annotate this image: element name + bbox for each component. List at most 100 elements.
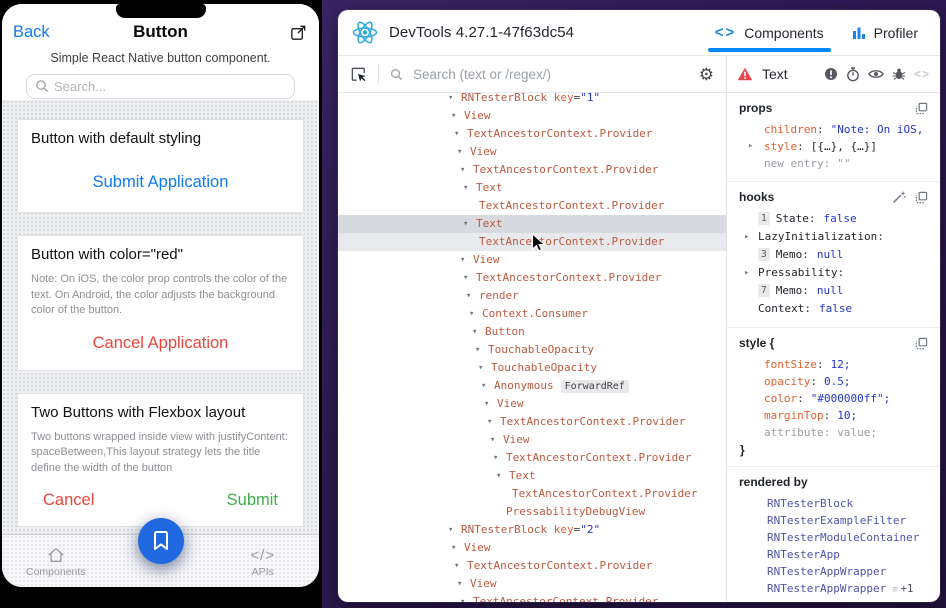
tree-row[interactable]: ▾Button <box>338 323 726 341</box>
expand-arrow-icon[interactable]: ▾ <box>460 593 473 602</box>
expand-arrow-icon[interactable]: ▾ <box>475 341 488 359</box>
copy-icon[interactable] <box>915 102 928 115</box>
tree-row[interactable]: ▾RNTesterBlock key="1" <box>338 93 726 107</box>
expand-arrow-icon[interactable]: ▾ <box>469 305 482 323</box>
expand-arrow-icon[interactable]: ▾ <box>496 467 509 485</box>
tree-row[interactable]: PressabilityDebugView <box>338 503 726 521</box>
inspector-row[interactable]: new entry:"" <box>739 155 928 172</box>
tree-row[interactable]: ▾View <box>338 107 726 125</box>
suspense-timer-icon[interactable] <box>846 67 860 82</box>
expand-arrow-icon[interactable]: ▾ <box>466 287 479 305</box>
expand-arrow-icon[interactable]: ▾ <box>460 251 473 269</box>
owner-item[interactable]: RNTesterExampleFilter <box>739 512 928 529</box>
tree-row[interactable]: TextAncestorContext.Provider <box>338 485 726 503</box>
copy-icon[interactable] <box>915 191 928 204</box>
owner-item[interactable]: RNTesterModuleContainer <box>739 529 928 546</box>
tree-row[interactable]: ▾TextAncestorContext.Provider <box>338 125 726 143</box>
expand-arrow-icon[interactable]: ▾ <box>472 323 485 341</box>
expand-arrow-icon[interactable]: ▾ <box>463 269 476 287</box>
tree-row[interactable]: ▾render <box>338 287 726 305</box>
hook-row[interactable]: ▸LazyInitialization: <box>739 228 928 246</box>
tab-apis[interactable]: </> APIs <box>250 547 275 578</box>
inspector-row[interactable]: fontSize:12; <box>739 356 928 373</box>
inspect-dom-eye-icon[interactable] <box>868 68 884 80</box>
tree-row[interactable]: ▾TextAncestorContext.Provider <box>338 269 726 287</box>
log-bug-icon[interactable] <box>892 67 906 81</box>
error-icon[interactable] <box>824 67 838 81</box>
expand-arrow-icon[interactable]: ▾ <box>460 161 473 179</box>
tree-row[interactable]: ▾View <box>338 143 726 161</box>
tree-row[interactable]: ▾TouchableOpacity <box>338 359 726 377</box>
tree-row[interactable]: ▾TextAncestorContext.Provider <box>338 413 726 431</box>
expand-arrow-icon[interactable]: ▾ <box>451 539 464 557</box>
tree-row[interactable]: ▾View <box>338 251 726 269</box>
tree-row[interactable]: ▾View <box>338 431 726 449</box>
tree-row[interactable]: ▾RNTesterBlock key="2" <box>338 521 726 539</box>
tree-row[interactable]: ▾TextAncestorContext.Provider <box>338 161 726 179</box>
inspect-element-icon[interactable] <box>350 66 367 83</box>
owner-item[interactable]: render() <box>739 599 928 602</box>
expand-arrow-icon[interactable]: ▾ <box>454 125 467 143</box>
expand-arrow-icon[interactable]: ▾ <box>490 431 503 449</box>
expand-arrow-icon[interactable]: ▾ <box>457 575 470 593</box>
tree-row[interactable]: ▾TouchableOpacity <box>338 341 726 359</box>
tree-row[interactable]: ▾View <box>338 575 726 593</box>
parse-hook-names-wand-icon[interactable] <box>892 190 906 204</box>
expand-arrow-icon[interactable]: ▾ <box>493 449 506 467</box>
tree-row[interactable]: ▾AnonymousForwardRef <box>338 377 726 395</box>
expand-arrow-icon[interactable]: ▾ <box>481 377 494 395</box>
inspector-row[interactable]: children:"Note: On iOS, the <box>739 121 928 138</box>
tree-row[interactable]: ▾View <box>338 395 726 413</box>
owner-item[interactable]: RNTesterApp <box>739 546 928 563</box>
app-button[interactable]: Cancel <box>43 491 94 510</box>
expand-arrow-icon[interactable]: ▾ <box>463 215 476 233</box>
expand-arrow-icon[interactable]: ▸ <box>744 264 749 282</box>
inspector-row[interactable]: attribute:value; <box>739 424 928 441</box>
tab-devtools-components[interactable]: <> Components <box>715 10 824 55</box>
devtools-search-input[interactable] <box>411 66 691 83</box>
copy-icon[interactable] <box>915 337 928 350</box>
tree-row[interactable]: ▾Context.Consumer <box>338 305 726 323</box>
inspector-row[interactable]: opacity:0.5; <box>739 373 928 390</box>
app-button[interactable]: Submit Application <box>93 173 229 192</box>
tree-row[interactable]: ▾Text <box>338 467 726 485</box>
hook-row[interactable]: 3Memo:null <box>739 246 928 264</box>
tree-row[interactable]: ▾View <box>338 539 726 557</box>
expand-arrow-icon[interactable]: ▸ <box>748 138 753 155</box>
tree-row[interactable]: TextAncestorContext.Provider <box>338 197 726 215</box>
expand-arrow-icon[interactable]: ▾ <box>454 557 467 575</box>
view-source-icon[interactable]: <> <box>914 67 930 81</box>
expand-arrow-icon[interactable]: ▾ <box>448 521 461 539</box>
open-external-icon[interactable] <box>289 23 308 42</box>
expand-arrow-icon[interactable]: ▾ <box>463 179 476 197</box>
app-button[interactable]: Submit <box>227 491 278 510</box>
hook-row[interactable]: Context:false <box>739 300 928 318</box>
hook-row[interactable]: 1State:false <box>739 210 928 228</box>
hook-row[interactable]: ▸Pressability: <box>739 264 928 282</box>
expand-arrow-icon[interactable]: ▾ <box>448 93 461 107</box>
expand-arrow-icon[interactable]: ▾ <box>478 359 491 377</box>
expand-arrow-icon[interactable]: ▾ <box>451 107 464 125</box>
tree-row[interactable]: ▾TextAncestorContext.Provider <box>338 557 726 575</box>
owner-item[interactable]: RNTesterBlock <box>739 495 928 512</box>
expand-arrow-icon[interactable]: ▸ <box>744 228 749 246</box>
inspector-row[interactable]: marginTop:10; <box>739 407 928 424</box>
tree-row[interactable]: ▾TextAncestorContext.Provider <box>338 449 726 467</box>
search-input[interactable] <box>26 74 295 99</box>
app-button[interactable]: Cancel Application <box>93 334 229 353</box>
inspector-row[interactable]: ▸style:[{…}, {…}] <box>739 138 928 155</box>
expand-arrow-icon[interactable]: ▾ <box>457 143 470 161</box>
tree-row[interactable]: ▾TextAncestorContext.Provider <box>338 593 726 602</box>
tab-devtools-profiler[interactable]: Profiler <box>852 10 918 55</box>
expand-arrow-icon[interactable]: ▾ <box>487 413 500 431</box>
bookmark-fab[interactable] <box>138 518 184 564</box>
hook-row[interactable]: 7Memo:null <box>739 282 928 300</box>
settings-gear-icon[interactable]: ⚙ <box>699 66 714 83</box>
tree-row[interactable]: ▾Text <box>338 215 726 233</box>
inspector-row[interactable]: color:"#000000ff"; <box>739 390 928 407</box>
owner-item[interactable]: RNTesterAppWrapper <box>739 563 928 580</box>
expand-arrow-icon[interactable]: ▾ <box>484 395 497 413</box>
owner-item[interactable]: RNTesterAppWrapper≡+1 <box>739 580 928 599</box>
tree-row[interactable]: TextAncestorContext.Provider <box>338 233 726 251</box>
tree-row[interactable]: ▾Text <box>338 179 726 197</box>
